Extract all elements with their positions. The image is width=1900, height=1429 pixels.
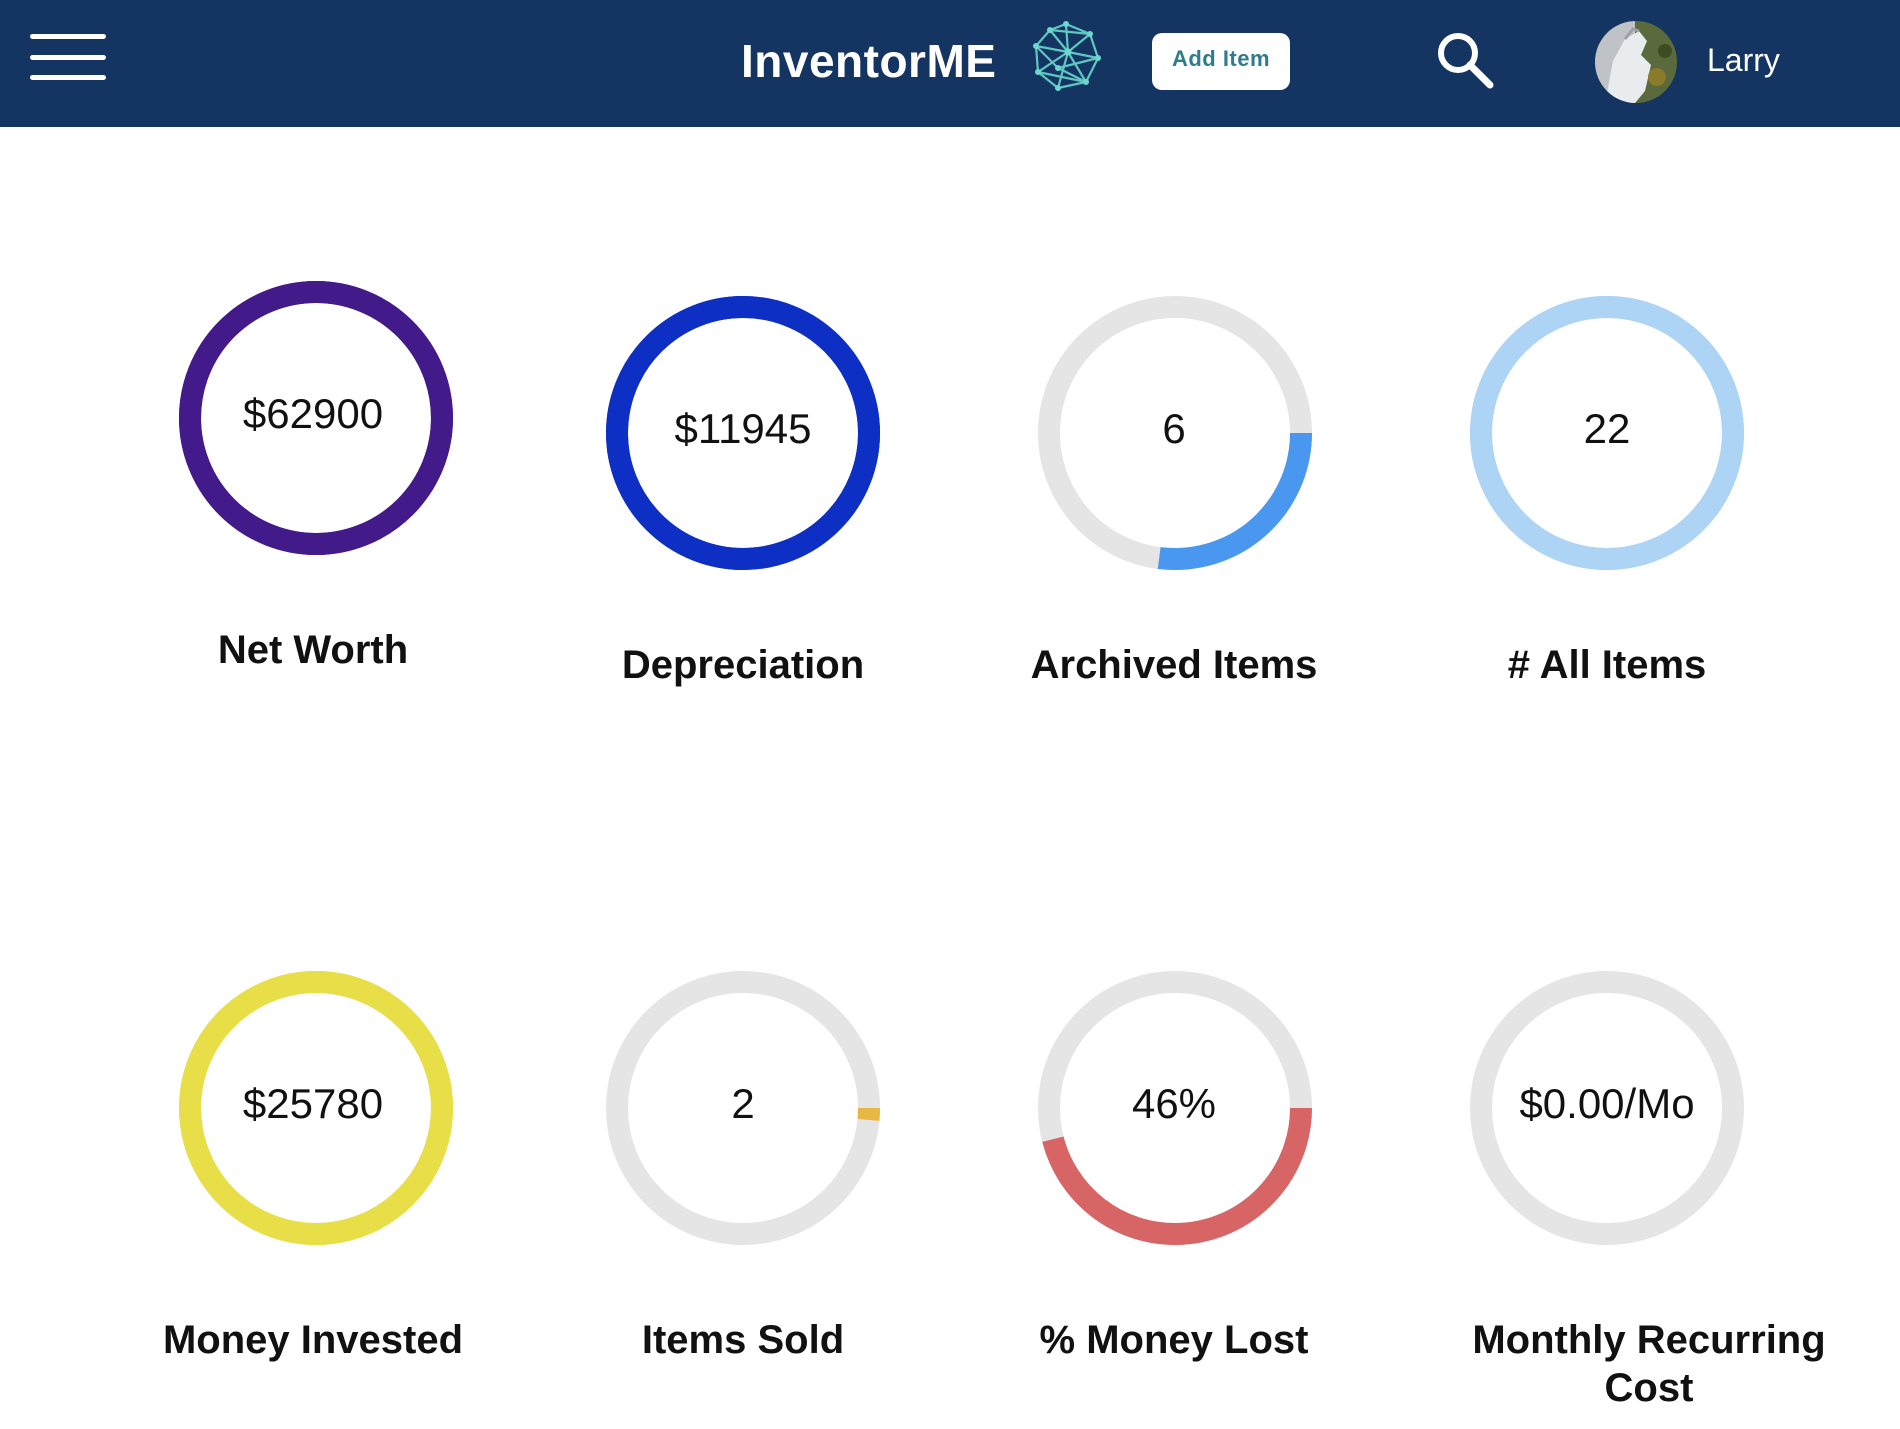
app-title[interactable]: InventorME <box>741 30 996 92</box>
stat-value: 2 <box>731 1080 755 1127</box>
stat-value: $0.00/Mo <box>1519 1080 1695 1127</box>
stat-label: % Money Lost <box>1039 1318 1309 1362</box>
stat-value: $25780 <box>242 1080 384 1127</box>
hamburger-menu-icon[interactable] <box>30 34 106 80</box>
user-name[interactable]: Larry <box>1707 40 1780 80</box>
stat-value: 22 <box>1583 405 1631 452</box>
stat-tile-money-invested[interactable]: $25780 Money Invested <box>103 968 523 1418</box>
stat-tile-net-worth[interactable]: $62900 Net Worth <box>103 278 523 708</box>
search-icon[interactable] <box>1433 28 1497 92</box>
top-nav-bar: InventorME Add Item Larry <box>0 0 1900 127</box>
stat-tile-monthly-recurring-cost[interactable]: $0.00/Mo Monthly Recurring Cost <box>1444 968 1864 1418</box>
user-avatar[interactable] <box>1595 21 1677 103</box>
stat-label: Depreciation <box>621 643 865 687</box>
stat-label: Money Invested <box>162 1318 464 1362</box>
stat-tile-items-sold[interactable]: 2 Items Sold <box>533 968 953 1418</box>
stat-value: $11945 <box>674 405 812 452</box>
stat-tile-depreciation[interactable]: $11945 Depreciation <box>533 293 953 723</box>
stat-label: # All Items <box>1507 643 1707 687</box>
stat-label: Items Sold <box>641 1318 845 1362</box>
add-item-button[interactable]: Add Item <box>1152 33 1290 90</box>
stat-value: 46% <box>1131 1080 1217 1127</box>
stat-tile-all-items[interactable]: 22 # All Items <box>1397 293 1817 723</box>
stat-value: $62900 <box>242 390 384 437</box>
network-globe-logo-icon <box>1033 21 1101 91</box>
stat-label: Archived Items <box>1030 643 1318 687</box>
stat-tile-archived-items[interactable]: 6 Archived Items <box>964 293 1384 723</box>
stat-label: Net Worth <box>217 628 409 672</box>
stat-value: 6 <box>1162 405 1186 452</box>
stat-label: Monthly Recurring Cost <box>1472 1318 1826 1410</box>
stat-tile-money-lost[interactable]: 46% % Money Lost <box>964 968 1384 1418</box>
